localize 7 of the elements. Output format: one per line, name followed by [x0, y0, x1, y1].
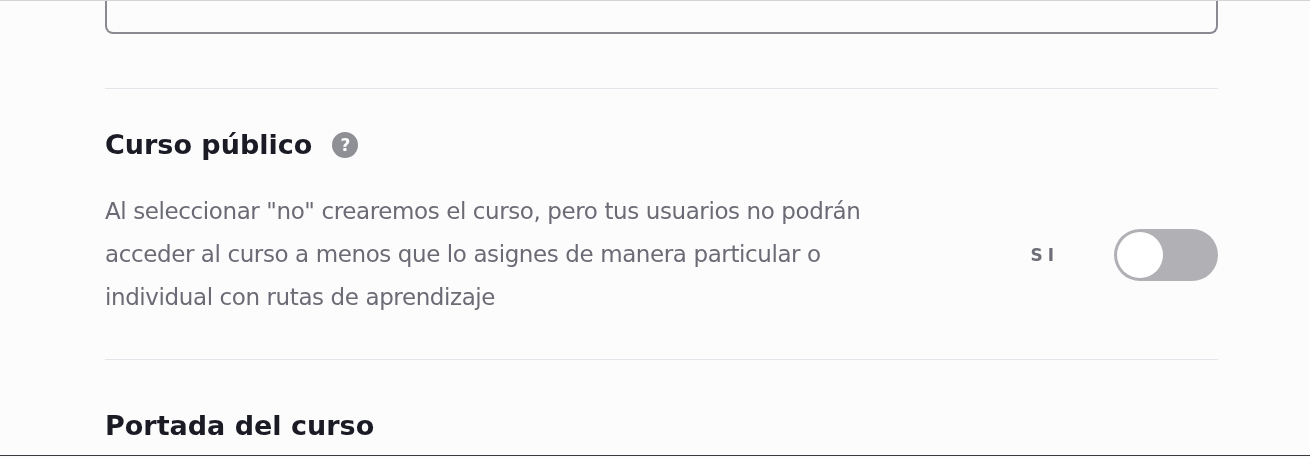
section-description: Al seleccionar "no" crearemos el curso, pero tus usuarios no podrán acceder al curso a menos que lo asignes de manera particular o individual con rutas de aprendizaje [105, 197, 862, 312]
section-title: Portada del curso [105, 410, 376, 441]
public-toggle[interactable] [1114, 228, 1218, 281]
text-area[interactable] [105, 1, 1218, 34]
section-title: Curso público [105, 129, 313, 160]
toggle-label: SI [1030, 244, 1059, 265]
help-icon[interactable]: ? [332, 131, 359, 158]
